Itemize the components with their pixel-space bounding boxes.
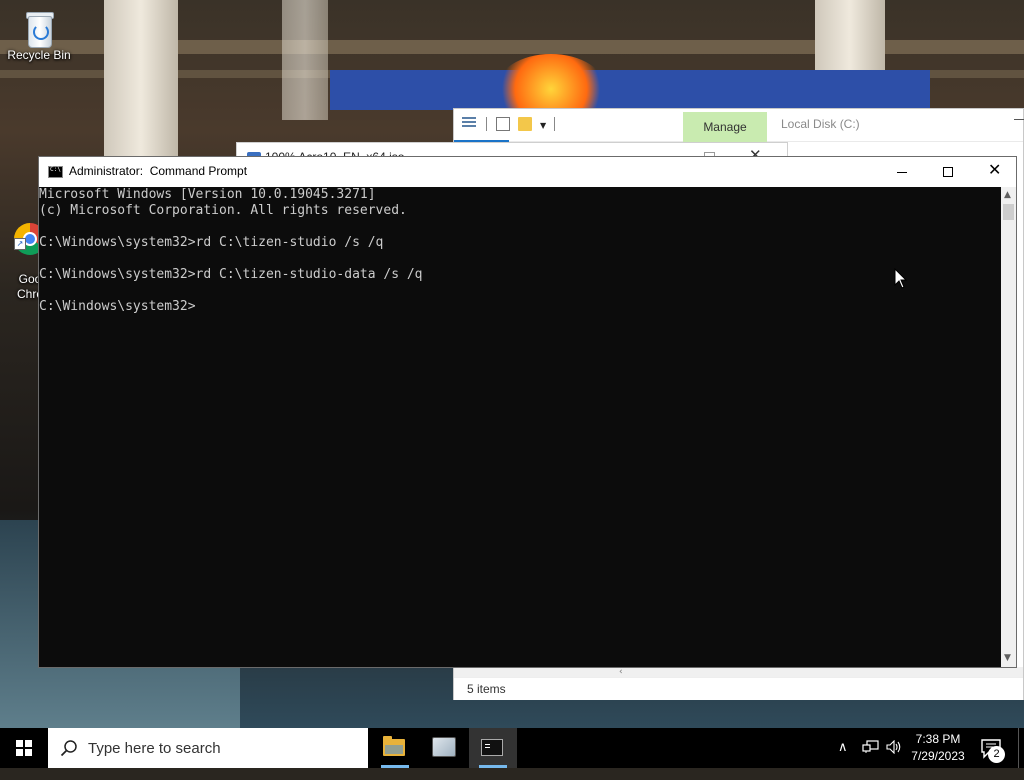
console-line: Microsoft Windows [Version 10.0.19045.32… [39,187,376,202]
minimize-button[interactable] [879,157,925,187]
console-line: C:\Windows\system32>rd C:\tizen-studio-d… [39,267,423,282]
taskbar-app-tools[interactable] [420,728,468,768]
network-icon[interactable] [862,740,880,754]
file-explorer-icon [383,736,405,756]
horizontal-scrollbar[interactable]: ‹ [454,667,1023,677]
search-placeholder: Type here to search [88,740,221,757]
maximize-icon [943,167,953,177]
cmd-icon [481,739,503,756]
clock-date: 7/29/2023 [911,749,965,763]
console-output[interactable]: Microsoft Windows [Version 10.0.19045.32… [39,187,1001,667]
tab-manage[interactable]: Manage [683,112,767,142]
scroll-up-icon[interactable]: ▲ [1004,191,1011,200]
scroll-down-icon[interactable]: ▼ [1004,654,1011,663]
explorer-title: Local Disk (C:) [781,117,860,131]
checkbox-icon[interactable] [496,117,510,131]
close-button[interactable]: ✕ [971,157,1017,187]
recycle-bin-icon [23,8,55,48]
new-folder-icon[interactable] [518,117,532,131]
quick-access-separator [486,117,487,131]
tools-icon [432,737,456,757]
desktop-icon-recycle-bin[interactable]: Recycle Bin [3,8,75,62]
start-button[interactable] [0,728,48,768]
console-line: (c) Microsoft Corporation. All rights re… [39,203,407,218]
customize-quick-access-icon[interactable]: ▼ [540,122,546,130]
explorer-status-bar: 5 items [454,677,1023,700]
cmd-app-icon[interactable] [48,166,63,178]
minimize-icon[interactable] [1014,119,1024,120]
show-hidden-icons-chevron-icon[interactable]: ∧ [838,740,848,780]
window-title: Administrator: Command Prompt [69,164,248,178]
search-icon [60,740,77,757]
desktop-icon-label: Recycle Bin [7,48,71,62]
taskbar-app-command-prompt[interactable] [469,728,517,768]
taskbar: Type here to search ∧ 7:38 PM 7/29/2023 … [0,728,1024,768]
command-prompt-window[interactable]: Administrator: Command Prompt ✕ Microsof… [38,156,1017,668]
clock-time: 7:38 PM [915,732,961,746]
close-icon: ✕ [988,160,1002,179]
cmd-title-bar[interactable]: Administrator: Command Prompt ✕ [39,157,1016,187]
explorer-title-bar[interactable]: ▼ Manage Local Disk (C:) [454,109,1024,143]
volume-icon[interactable] [886,740,904,754]
quick-access-separator [554,117,555,131]
item-count: 5 items [467,682,506,696]
taskbar-app-file-explorer[interactable] [371,728,419,768]
notification-count-badge: 2 [988,746,1005,763]
console-line: C:\Windows\system32>rd C:\tizen-studio /… [39,235,384,250]
mouse-cursor-icon [894,268,908,289]
show-desktop-button[interactable] [1018,728,1019,768]
minimize-icon [897,172,907,173]
scrollbar-thumb[interactable] [1003,204,1014,220]
console-prompt-line[interactable]: C:\Windows\system32> [39,299,1001,315]
vertical-scrollbar[interactable]: ▲ ▼ [1001,187,1016,667]
system-clock[interactable]: 7:38 PM 7/29/2023 [906,731,970,765]
search-box[interactable]: Type here to search [48,728,368,768]
maximize-button[interactable] [925,157,971,187]
windows-logo-icon [16,740,32,756]
shortcut-arrow-icon: ↗ [14,238,26,250]
properties-icon[interactable] [462,117,476,131]
scroll-left-icon[interactable]: ‹ [619,667,623,677]
